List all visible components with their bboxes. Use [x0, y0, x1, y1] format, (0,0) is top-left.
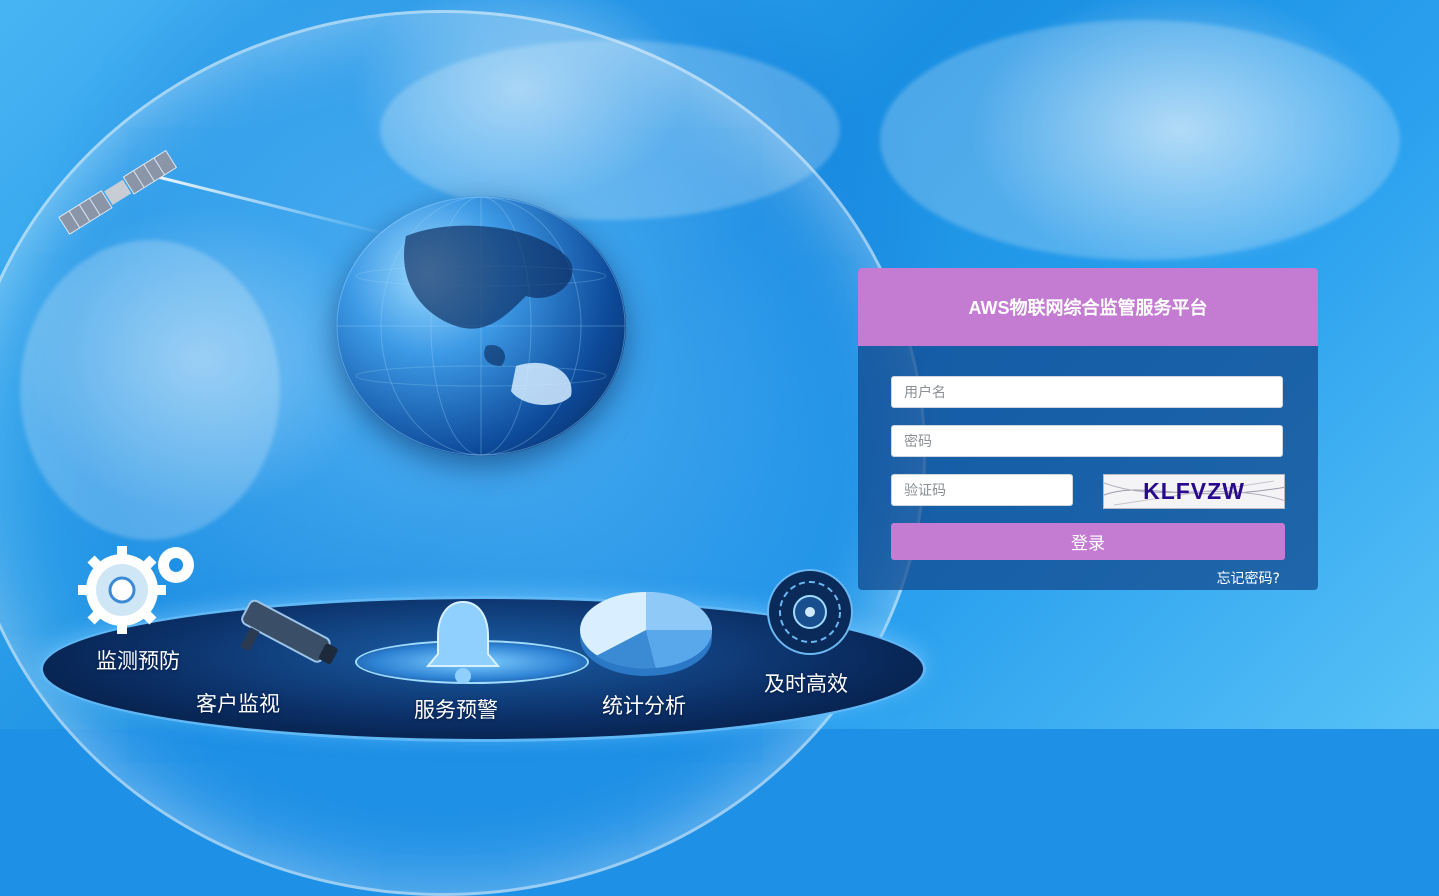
water-splash-decoration [880, 20, 1400, 260]
captcha-text: KLFVZW [1143, 478, 1245, 504]
pie-chart-icon [576, 588, 716, 684]
captcha-input[interactable] [891, 474, 1073, 506]
water-splash-decoration [20, 240, 280, 540]
login-button[interactable]: 登录 [891, 523, 1285, 560]
forgot-password-link[interactable]: 忘记密码? [1217, 568, 1280, 588]
feature-label-client: 客户监视 [196, 692, 280, 716]
gear-icon [78, 540, 203, 639]
globe-icon [336, 196, 626, 456]
feature-label-stats: 统计分析 [602, 694, 686, 718]
water-splash-decoration [380, 40, 840, 220]
login-title: AWS物联网综合监管服务平台 [858, 268, 1318, 346]
camera-icon [228, 598, 348, 682]
feature-label-efficient: 及时高效 [764, 672, 848, 696]
username-input[interactable] [891, 376, 1283, 408]
dial-icon [766, 568, 854, 660]
feature-label-service: 服务预警 [414, 698, 498, 722]
bell-icon [418, 596, 508, 695]
satellite-icon [48, 136, 188, 246]
captcha-image[interactable]: KLFVZW [1103, 474, 1285, 509]
password-input[interactable] [891, 425, 1283, 457]
feature-label-monitor: 监测预防 [96, 649, 180, 673]
login-panel: AWS物联网综合监管服务平台 KLFVZW 登录 忘记密码? [858, 268, 1318, 590]
